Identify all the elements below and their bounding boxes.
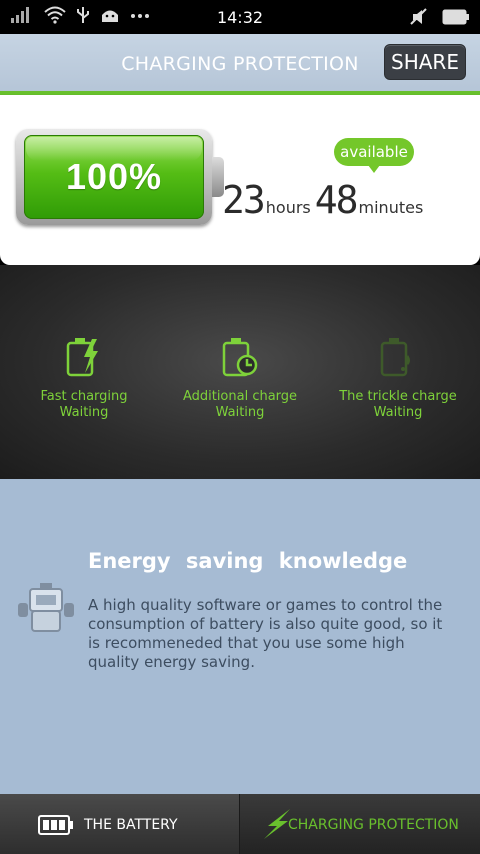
- stage-title: The trickle charge: [339, 389, 457, 404]
- status-bar: 14:32: [0, 0, 480, 34]
- stage-status: Waiting: [373, 405, 423, 420]
- mute-icon: [410, 8, 427, 25]
- available-badge: available: [334, 138, 414, 173]
- app-header: CHARGING PROTECTION SHARE: [0, 34, 480, 92]
- tab-label: CHARGING PROTECTION: [288, 817, 459, 833]
- stage-fast-charging: Fast charging Waiting: [4, 335, 164, 421]
- stage-title: Additional charge: [182, 389, 298, 404]
- minutes-unit: minutes: [358, 198, 424, 217]
- bottom-tab-bar: THE BATTERY CHARGING PROTECTION: [0, 794, 480, 854]
- stage-status: Waiting: [215, 405, 265, 420]
- energy-knowledge-section: Energy saving knowledge A high quality s…: [0, 479, 480, 794]
- battery-percent: 100%: [65, 156, 163, 197]
- battery-gauge: 100%: [16, 129, 224, 225]
- stage-status: Waiting: [59, 405, 109, 420]
- stage-title: Fast charging: [40, 389, 128, 404]
- minutes-value: 48: [314, 178, 359, 222]
- battery-drip-icon: [380, 338, 410, 377]
- remaining-time: 23 hours 48 minutes: [222, 181, 427, 219]
- battery-clock-icon: [222, 338, 258, 377]
- hours-value: 23: [222, 178, 266, 222]
- tab-the-battery[interactable]: THE BATTERY: [0, 794, 240, 854]
- battery-bolt-icon: [66, 338, 98, 377]
- robot-icon: [18, 583, 74, 632]
- battery-panel: 100% available 23 hours 48 minutes: [0, 95, 480, 265]
- share-button[interactable]: SHARE: [384, 44, 466, 80]
- tab-label: THE BATTERY: [84, 817, 178, 833]
- knowledge-title: Energy saving knowledge: [88, 549, 408, 573]
- battery-status-icon: [442, 9, 469, 25]
- knowledge-text: A high quality software or games to cont…: [88, 596, 443, 671]
- tab-charging-protection[interactable]: CHARGING PROTECTION: [240, 794, 480, 854]
- stage-trickle-charge: The trickle charge Waiting: [318, 335, 478, 421]
- hours-unit: hours: [265, 198, 311, 217]
- stage-additional-charge: Additional charge Waiting: [160, 335, 320, 421]
- battery-icon: [38, 815, 73, 835]
- charging-stages: Fast charging Waiting Additional charge …: [0, 265, 480, 479]
- clock: 14:32: [216, 8, 264, 27]
